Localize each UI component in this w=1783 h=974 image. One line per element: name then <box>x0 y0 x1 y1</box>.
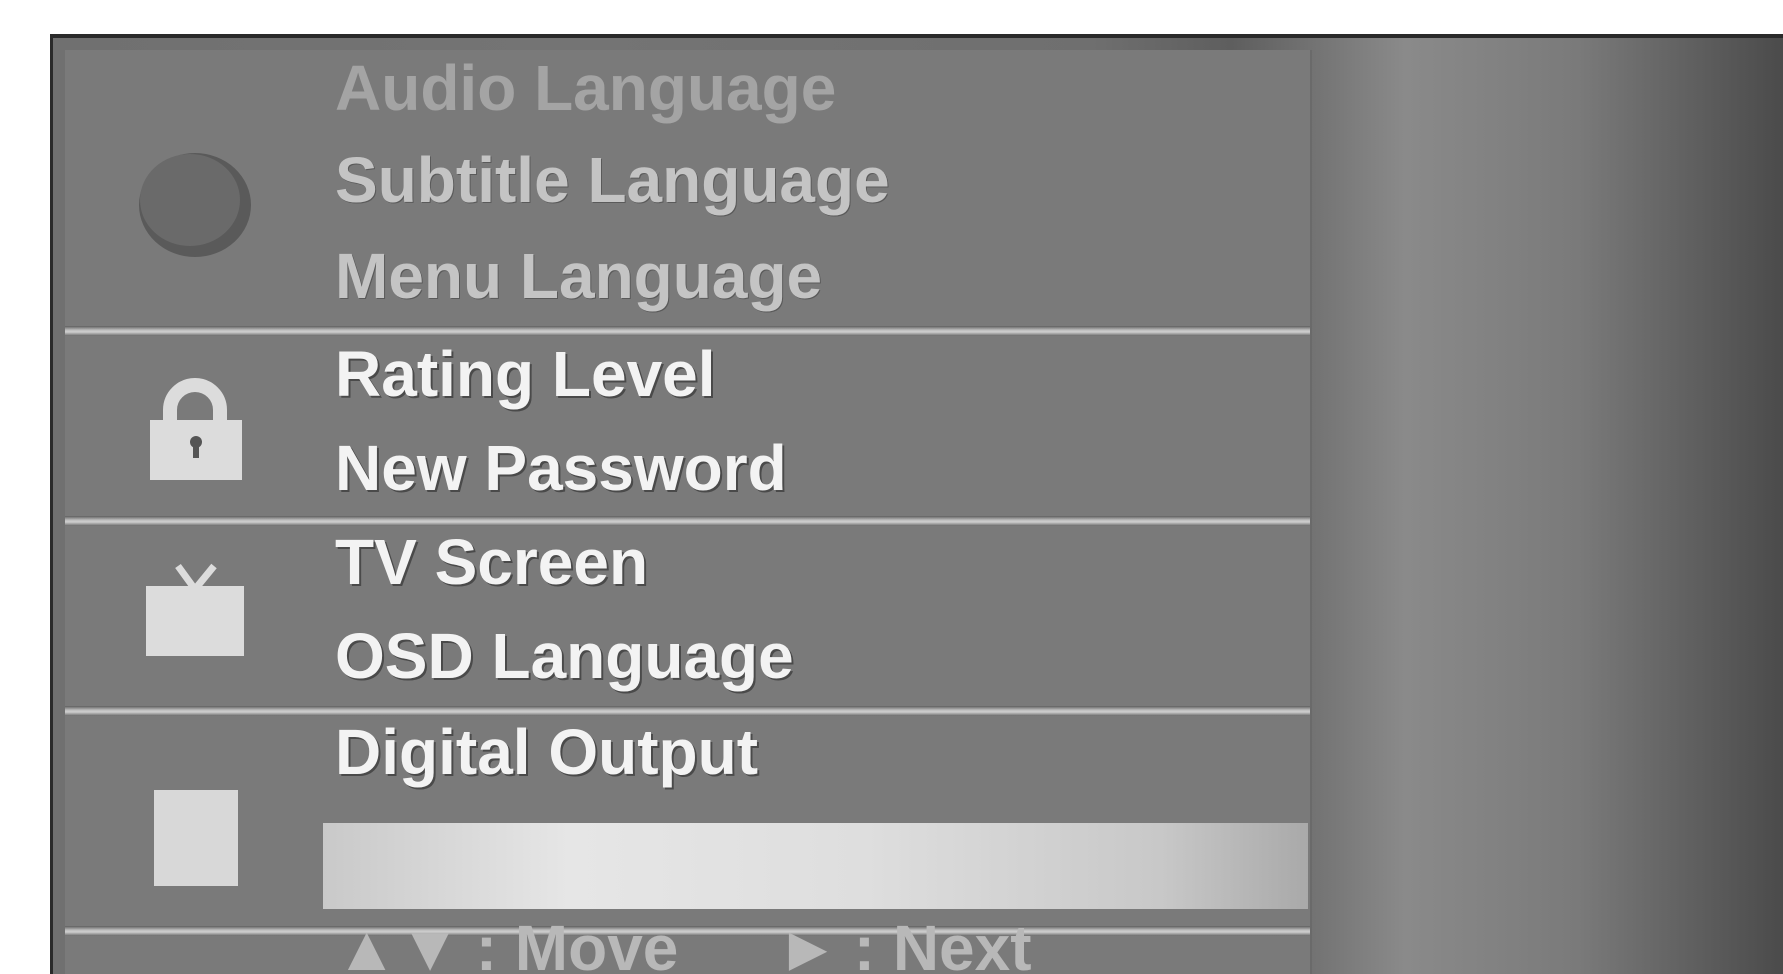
lock-section: Rating Level New Password <box>65 336 1310 516</box>
tv-icon <box>146 563 244 656</box>
audio-output-icon <box>154 790 238 886</box>
menu-item-tv-screen[interactable]: TV Screen <box>335 522 648 602</box>
lock-icon-slot <box>125 374 265 484</box>
menu-item-digital-output[interactable]: Digital Output <box>335 712 758 792</box>
disc-icon-slot <box>125 150 265 260</box>
menu-item-rating-level[interactable]: Rating Level <box>335 334 716 414</box>
lock-icon <box>150 378 242 480</box>
next-hint-label: : Next <box>853 912 1032 974</box>
menu-item-subtitle-language[interactable]: Subtitle Language <box>335 140 890 220</box>
menu-item-menu-language[interactable]: Menu Language <box>335 236 822 316</box>
display-section: TV Screen OSD Language <box>65 526 1310 706</box>
menu-item-audio-language[interactable]: Audio Language <box>335 48 836 128</box>
setup-menu-panel: Audio Language Subtitle Language Menu La… <box>65 50 1312 974</box>
selected-menu-item[interactable] <box>323 823 1308 909</box>
audio-output-icon-slot <box>125 788 265 888</box>
section-divider <box>65 516 1310 526</box>
up-down-arrow-icon: ▲▼ <box>335 912 462 974</box>
audio-section: Digital Output <box>65 716 1310 926</box>
move-hint-label: : Move <box>475 912 679 974</box>
menu-item-new-password[interactable]: New Password <box>335 428 787 508</box>
right-arrow-icon: ► <box>776 912 840 974</box>
setup-menu-screen: Audio Language Subtitle Language Menu La… <box>50 34 1783 974</box>
menu-item-osd-language[interactable]: OSD Language <box>335 616 794 696</box>
navigation-hint: ▲▼: Move ►: Next <box>335 908 1046 974</box>
language-section: Audio Language Subtitle Language Menu La… <box>65 50 1310 340</box>
disc-icon <box>139 153 251 257</box>
tv-icon-slot <box>125 562 265 662</box>
